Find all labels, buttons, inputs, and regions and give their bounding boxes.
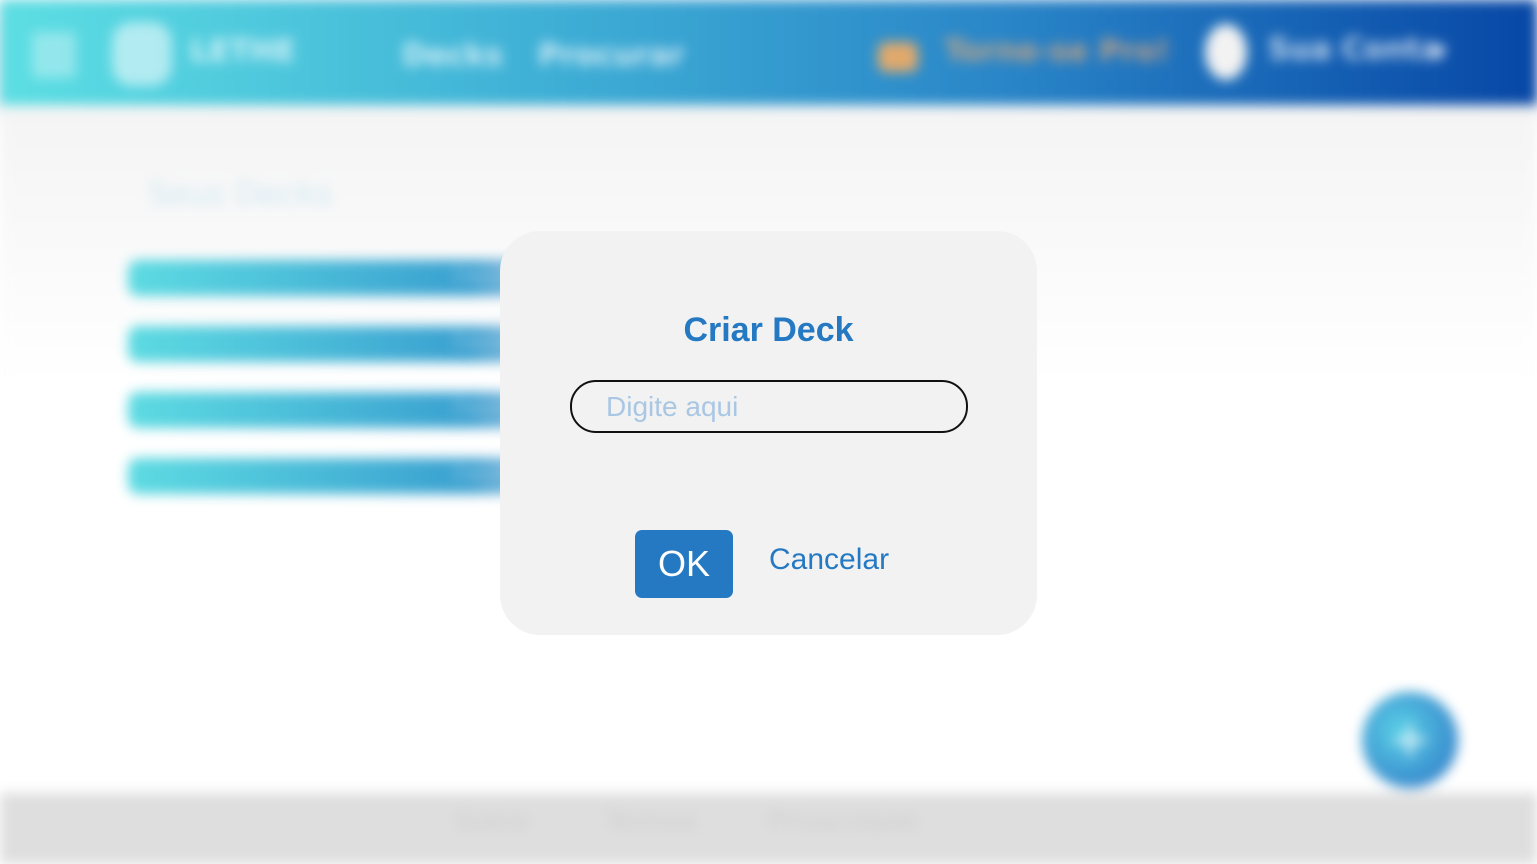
avatar[interactable] <box>1205 24 1247 80</box>
footer-link-termos[interactable]: Termos <box>605 807 697 837</box>
account-menu[interactable]: Sua Conta <box>1268 32 1440 67</box>
cancel-button[interactable]: Cancelar <box>769 543 889 577</box>
deck-item[interactable]: Deck <box>128 458 528 494</box>
nav-procurar[interactable]: Procurar <box>538 38 684 73</box>
deck-item[interactable]: Deck <box>128 392 528 428</box>
create-deck-dialog: Criar Deck OK Cancelar <box>500 231 1037 635</box>
dialog-title: Criar Deck <box>683 311 854 349</box>
top-navbar: LETHE Decks Procurar Torne-se Pro! Sua C… <box>0 0 1537 105</box>
logo-text: LETHE <box>190 34 296 69</box>
footer-link-sobre[interactable]: Sobre <box>455 807 530 837</box>
plus-icon: + <box>1389 710 1431 768</box>
menu-icon[interactable] <box>32 32 76 78</box>
add-deck-button[interactable]: + <box>1362 692 1458 788</box>
deck-item[interactable]: Deck <box>128 326 528 362</box>
pro-link[interactable]: Torne-se Pro! <box>944 34 1170 69</box>
logo-icon <box>112 22 172 86</box>
footer-link-privacidade[interactable]: Privacidade <box>768 807 919 837</box>
nav-decks[interactable]: Decks <box>402 38 503 73</box>
chevron-down-icon[interactable]: ▾ <box>1432 34 1447 69</box>
ok-button[interactable]: OK <box>635 530 733 598</box>
deck-item[interactable]: Deck <box>128 260 528 296</box>
crown-icon <box>878 42 918 72</box>
footer: Sobre Termos Privacidade <box>0 793 1537 864</box>
deck-name-input[interactable] <box>570 380 968 433</box>
page-title: Seus Decks <box>148 175 333 213</box>
